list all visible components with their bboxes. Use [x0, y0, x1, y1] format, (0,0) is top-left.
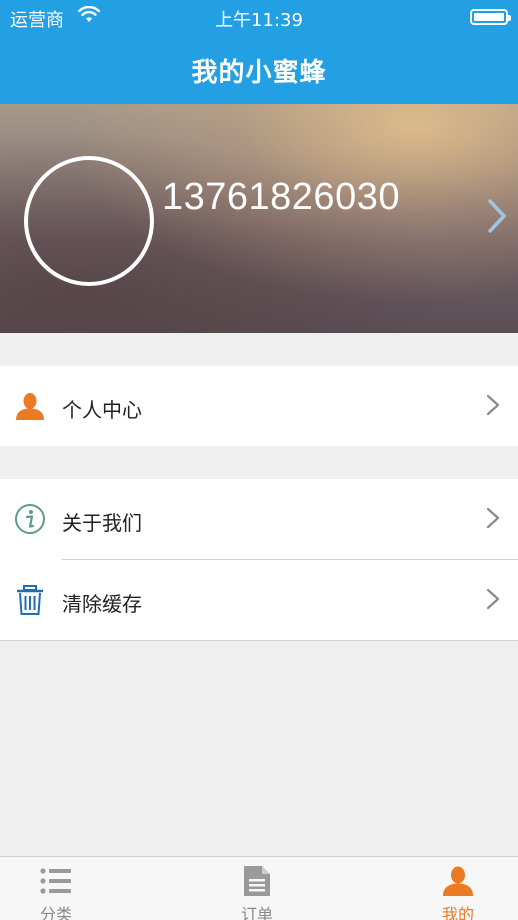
- menu-label: 关于我们: [62, 511, 142, 535]
- menu-item-about-us[interactable]: 关于我们: [0, 479, 518, 559]
- menu-label: 个人中心: [62, 398, 142, 422]
- menu-item-clear-cache[interactable]: 清除缓存: [0, 560, 518, 640]
- person-icon: [443, 866, 473, 896]
- tab-label: 订单: [240, 905, 273, 920]
- tab-label: 我的: [441, 905, 474, 920]
- list-icon: [40, 868, 71, 894]
- status-time: 上午11:39: [215, 10, 303, 31]
- chevron-right-icon: [486, 507, 500, 529]
- info-icon: [15, 504, 45, 534]
- document-icon: [244, 866, 270, 896]
- menu-group-profile: 个人中心: [0, 366, 518, 446]
- tab-orders[interactable]: 订单: [207, 857, 307, 920]
- chevron-right-icon: [486, 394, 500, 416]
- menu-label: 清除缓存: [62, 592, 142, 616]
- page-title: 我的小蜜蜂: [191, 58, 327, 88]
- tab-bar: 分类 订单 我的: [0, 856, 518, 920]
- tab-category[interactable]: 分类: [6, 857, 106, 920]
- tab-mine[interactable]: 我的: [408, 857, 508, 920]
- tab-label: 分类: [39, 905, 72, 920]
- chevron-right-icon: [488, 199, 506, 233]
- nav-bar: 我的小蜜蜂: [0, 34, 518, 104]
- user-phone: 13761826030: [162, 176, 400, 218]
- trash-icon: [17, 585, 43, 615]
- avatar[interactable]: [24, 156, 154, 286]
- divider: [0, 640, 518, 641]
- person-icon: [16, 393, 44, 420]
- profile-banner[interactable]: 13761826030: [0, 104, 518, 333]
- menu-group-app: 关于我们 清除缓存: [0, 479, 518, 641]
- menu-item-personal-center[interactable]: 个人中心: [0, 366, 518, 446]
- battery-icon: [470, 9, 511, 25]
- status-bar: 运营商 上午11:39: [0, 0, 518, 34]
- chevron-right-icon: [486, 588, 500, 610]
